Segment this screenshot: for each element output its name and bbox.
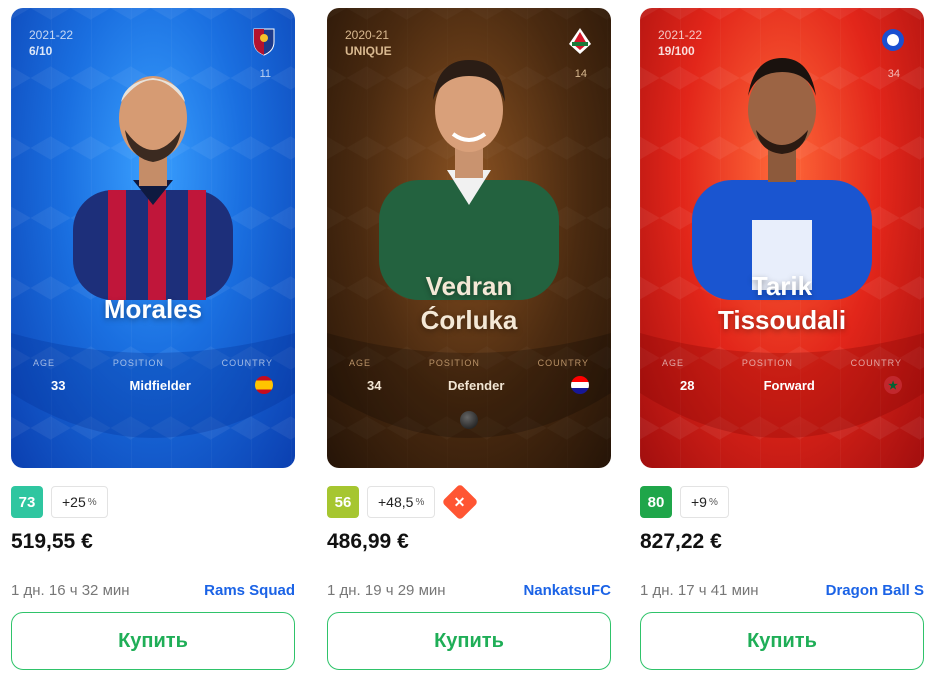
trend-badge: +48,5 % <box>367 486 436 518</box>
player-name-last: Tissoudali <box>717 305 847 335</box>
time-left: 1 дн. 16 ч 32 мин <box>11 582 130 599</box>
player-name-first: Tarik <box>751 271 813 301</box>
morocco-flag-icon: ★ <box>884 376 902 394</box>
percent-icon: % <box>708 496 718 508</box>
player-name: Morales <box>103 294 203 324</box>
player-photo <box>692 58 872 300</box>
trend-value: +25 <box>62 494 86 510</box>
trend-badge: +9 % <box>680 486 729 518</box>
price: 519,55 € <box>11 530 93 553</box>
player-photo <box>73 76 233 300</box>
chip-icon <box>460 411 478 429</box>
card-shield <box>327 333 611 438</box>
player-score-badge: 56 <box>327 486 359 518</box>
trend-badge: +25 % <box>51 486 108 518</box>
age-value: 28 <box>680 377 695 393</box>
no-game-icon: ✕ <box>441 483 479 521</box>
position-value: Forward <box>763 377 815 393</box>
croatia-flag-icon <box>571 376 589 394</box>
player-name-last: Ćorluka <box>420 305 518 335</box>
buy-button[interactable]: Купить <box>11 612 295 670</box>
listing-info: 56 +48,5 % ✕ 486,99 € 1 дн. 19 ч 29 мин … <box>327 483 611 670</box>
position-label: POSITION <box>112 358 164 368</box>
jersey-number: 14 <box>574 68 587 80</box>
age-value: 33 <box>51 377 66 393</box>
player-score-badge: 80 <box>640 486 672 518</box>
age-label: AGE <box>349 358 372 368</box>
player-photo <box>379 60 559 300</box>
buy-button[interactable]: Купить <box>640 612 924 670</box>
percent-icon: % <box>415 496 425 508</box>
club-crest-icon <box>569 28 591 54</box>
jersey-number: 34 <box>887 68 900 80</box>
player-name-first: Vedran <box>425 271 513 301</box>
seller-link[interactable]: Rams Squad <box>204 582 295 599</box>
card-shield <box>640 333 924 438</box>
country-label: COUNTRY <box>221 358 273 368</box>
club-crest-icon <box>882 29 904 51</box>
position-label: POSITION <box>741 358 793 368</box>
country-label: COUNTRY <box>850 358 902 368</box>
country-label: COUNTRY <box>537 358 589 368</box>
buy-button[interactable]: Купить <box>327 612 611 670</box>
listing-info: 80 +9 % 827,22 € 1 дн. 17 ч 41 мин Drago… <box>640 486 924 670</box>
card-shield <box>11 333 295 438</box>
seller-link[interactable]: NankatsuFC <box>523 582 611 599</box>
position-value: Midfielder <box>129 377 191 393</box>
age-label: AGE <box>662 358 685 368</box>
time-left: 1 дн. 19 ч 29 мин <box>327 582 446 599</box>
age-value: 34 <box>367 377 382 393</box>
player-card-image[interactable]: 2021-22 19/100 34 Tarik Tissoudali AGE P… <box>640 8 924 468</box>
percent-icon: % <box>87 496 97 508</box>
player-score-badge: 73 <box>11 486 43 518</box>
time-left: 1 дн. 17 ч 41 мин <box>640 582 759 599</box>
trend-value: +9 <box>691 494 707 510</box>
listing-info: 73 +25 % 519,55 € 1 дн. 16 ч 32 мин Rams… <box>11 486 295 670</box>
jersey-number: 11 <box>259 68 271 80</box>
seller-link[interactable]: Dragon Ball S <box>826 582 924 599</box>
age-label: AGE <box>33 358 56 368</box>
player-card-image[interactable]: 2020-21 UNIQUE 14 Vedran Ćorluka AGE POS… <box>327 8 611 468</box>
spain-flag-icon <box>255 376 273 394</box>
price: 486,99 € <box>327 530 409 553</box>
position-label: POSITION <box>428 358 480 368</box>
club-crest-icon <box>253 28 275 56</box>
trend-value: +48,5 <box>378 494 414 510</box>
position-value: Defender <box>448 377 505 393</box>
serial-label: 6/10 <box>29 44 53 58</box>
price: 827,22 € <box>640 530 722 553</box>
player-card-image[interactable]: 2021-22 6/10 11 Morales AGE POSITION COU… <box>11 8 295 468</box>
